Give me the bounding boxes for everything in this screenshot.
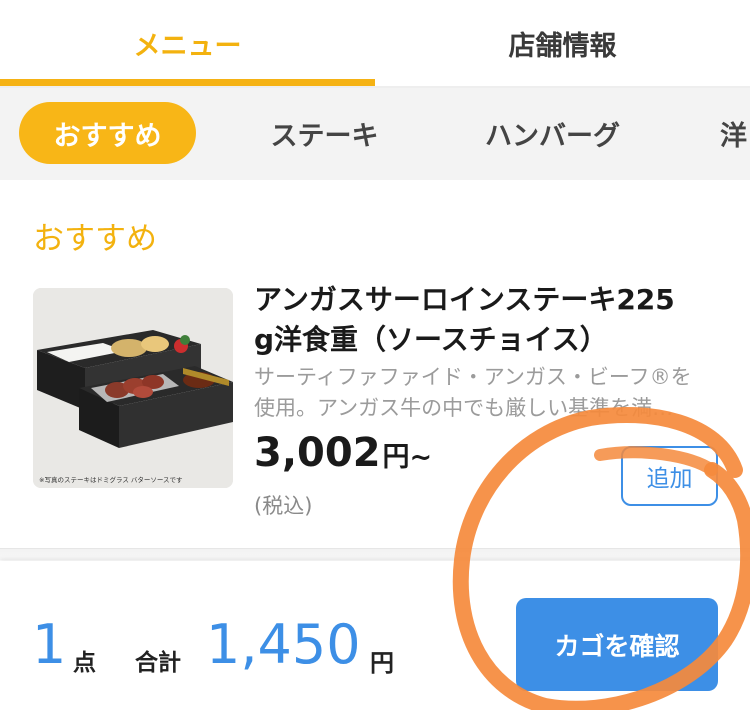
total-label: 合計: [135, 650, 181, 676]
category-bar: おすすめ ステーキ ハンバーグ 洋: [0, 88, 750, 180]
top-tabs: メニュー 店舗情報: [0, 0, 750, 88]
cart-count: 1: [32, 613, 67, 676]
menu-item-image[interactable]: ※写真のステーキはドミグラス バターソースです: [33, 288, 233, 488]
category-chip-steak[interactable]: ステーキ: [242, 102, 407, 164]
category-chip-western[interactable]: 洋: [720, 102, 750, 164]
image-caption: ※写真のステーキはドミグラス バターソースです: [39, 475, 183, 484]
bento-photo: ※写真のステーキはドミグラス バターソースです: [33, 288, 233, 488]
menu-item-description: サーティファファイド・アンガス・ビーフ®を 使用。アンガス牛の中でも厳しい基準を…: [254, 362, 720, 424]
tax-note: (税込): [254, 494, 313, 518]
category-chip-recommended[interactable]: おすすめ: [19, 102, 196, 164]
divider: [0, 548, 750, 560]
menu-item-card[interactable]: ※写真のステーキはドミグラス バターソースです アンガスサーロインステーキ225…: [0, 280, 750, 545]
cart-footer: 1 点 合計 1,450 円 カゴを確認: [0, 561, 750, 710]
view-cart-button[interactable]: カゴを確認: [516, 598, 718, 691]
category-chip-hamburg[interactable]: ハンバーグ: [460, 102, 645, 164]
menu-item-name-line2: g洋食重（ソースチョイス）: [254, 323, 608, 356]
menu-item-name[interactable]: アンガスサーロインステーキ225 g洋食重（ソースチョイス）: [254, 280, 724, 360]
total-unit: 円: [370, 649, 394, 677]
menu-item-description-line1: サーティファファイド・アンガス・ビーフ®を: [254, 365, 692, 389]
total-value: 1,450: [206, 613, 361, 676]
tab-store-info[interactable]: 店舗情報: [375, 0, 750, 86]
menu-item-description-line2: 使用。アンガス牛の中でも厳しい基準を満…: [254, 396, 674, 420]
active-tab-indicator: [0, 79, 375, 86]
menu-item-name-line1: アンガスサーロインステーキ225: [254, 283, 675, 316]
tab-menu[interactable]: メニュー: [0, 0, 375, 86]
section-title: おすすめ: [33, 221, 157, 257]
add-button[interactable]: 追加: [621, 446, 718, 506]
price-value: 3,002: [254, 430, 381, 476]
cart-count-unit: 点: [73, 650, 96, 676]
menu-item-price: 3,002 円~: [254, 430, 432, 476]
price-unit: 円~: [382, 442, 433, 473]
